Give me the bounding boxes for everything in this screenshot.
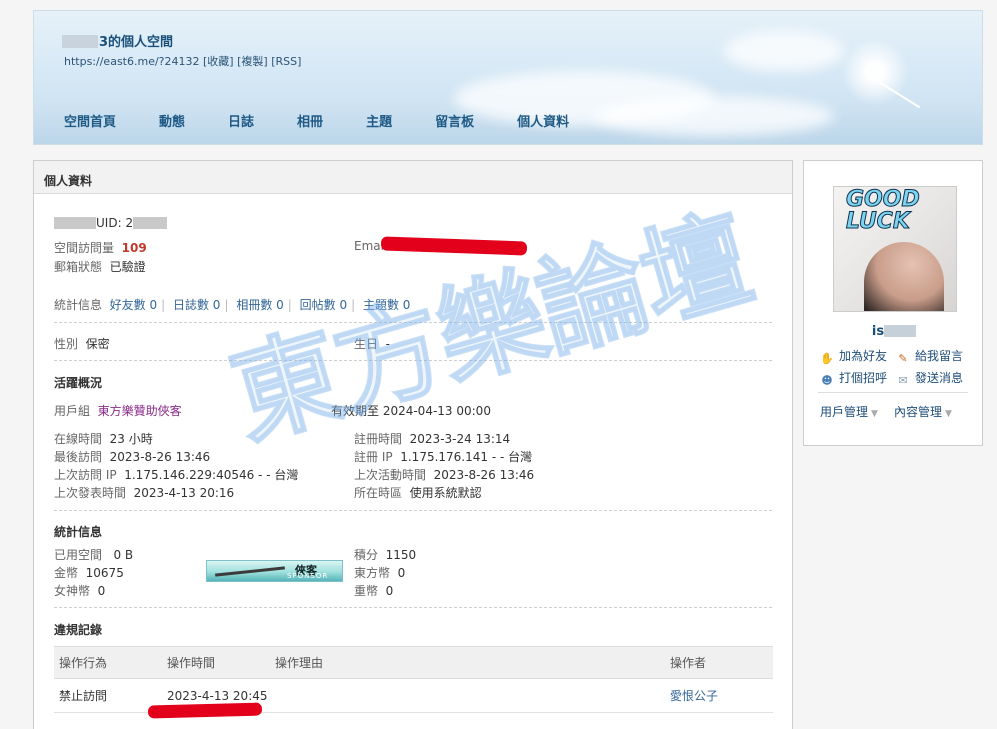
birthday-row: 生日 - [354,337,390,351]
space-header: 3的個人空間 https://east6.me/?24132 [收藏] [複製]… [33,10,983,145]
register-row: 註冊時間 2023-3-24 13:14 [354,432,511,446]
space-nav: 空間首頁 動態 日誌 相冊 主題 留言板 個人資料 [64,111,612,130]
visits-count: 109 [121,241,147,255]
stats-row: 統計信息 好友數 0 | 日誌數 0 | 相冊數 0 | 回帖數 0 | 主題數 0 [54,298,411,312]
time-underline-mark [147,702,263,719]
poke-button[interactable]: ☻ 打個招呼 [820,369,887,387]
space-title[interactable]: 3的個人空間 [62,31,173,50]
user-group-link[interactable]: 東方樂贊助俠客 [98,404,182,418]
sidebar-username[interactable]: is [804,324,984,339]
uid-row: UID: 2 [54,216,168,230]
east-coin-row: 東方幣 0 [354,566,406,580]
cloud-decoration [594,96,834,136]
violations-table: 操作行為 操作時間 操作理由 操作者 禁止訪問 2023-4-13 20:45 … [54,646,773,713]
rss-link[interactable]: [RSS] [271,55,301,68]
cloud-decoration [724,31,844,71]
nav-threads[interactable]: 主題 [366,111,392,130]
panel-title: 個人資料 [34,161,792,194]
used-space-row: 已用空間 0 B [54,548,134,562]
chevron-down-icon: ▼ [871,409,878,419]
nav-profile[interactable]: 個人資料 [517,111,569,130]
stat-albums[interactable]: 相冊數 0 [236,298,283,312]
chevron-down-icon: ▼ [945,409,952,419]
stat-friends[interactable]: 好友數 0 [110,298,157,312]
online-row: 在線時間 23 小時 [54,432,153,446]
nav-blog[interactable]: 日誌 [228,111,254,130]
col-time: 操作時間 [162,646,270,679]
favorite-link[interactable]: [收藏] [203,55,234,68]
col-reason: 操作理由 [270,646,665,679]
heavy-coin-row: 重幣 0 [354,584,394,598]
sword-icon [215,566,285,577]
gold-row: 金幣 10675 [54,566,124,580]
avatar-text: GOOD LUCK [846,187,921,234]
divider [54,322,772,323]
last-ip-row: 上次訪問 IP 1.175.146.229:40546 - - 台灣 [54,468,299,482]
violations-title: 違規記錄 [54,623,103,637]
cell-operator: 愛恨公子 [665,678,773,713]
nav-album[interactable]: 相冊 [297,111,323,130]
cell-reason [270,678,665,713]
sponsor-badge: 俠客 SPONSOR [206,560,343,582]
pencil-icon: ✎ [898,352,908,365]
space-url-line: https://east6.me/?24132 [收藏] [複製] [RSS] [64,53,301,69]
mail-status-row: 郵箱狀態 已驗證 [54,260,146,274]
goddess-coin-row: 女神幣 0 [54,584,106,598]
leave-message-button[interactable]: ✎ 給我留言 [896,347,963,365]
last-active-row: 上次活動時間 2023-8-26 13:46 [354,468,535,482]
col-action: 操作行為 [54,646,162,679]
timezone-row: 所在時區 使用系統默認 [354,486,482,500]
user-sidebar: GOOD LUCK is ✋ 加為好友 ✎ 給我留言 ☻ 打個招呼 ✉ 發送消息 用戶管理… [803,160,983,446]
redacted-uid [133,217,168,229]
user-manage-menu[interactable]: 用戶管理 ▼ [820,403,878,420]
copy-link[interactable]: [複製] [237,55,268,68]
group-row: 用戶組 東方樂贊助俠客 [54,404,182,418]
divider [54,607,772,608]
nav-home[interactable]: 空間首頁 [64,111,116,130]
avatar[interactable]: GOOD LUCK [833,186,957,312]
last-visit-row: 最後訪問 2023-8-26 13:46 [54,450,211,464]
redacted-username [62,35,98,48]
nav-feed[interactable]: 動態 [159,111,185,130]
last-post-row: 上次發表時間 2023-4-13 20:16 [54,486,235,500]
register-ip-row: 註冊 IP 1.175.176.141 - - 台灣 [354,450,533,464]
send-message-button[interactable]: ✉ 發送消息 [896,369,963,387]
redacted-username [884,325,917,337]
points-row: 積分 1150 [354,548,417,562]
poke-icon: ☻ [821,374,833,387]
stat-threads[interactable]: 主題數 0 [363,298,410,312]
divider [818,392,968,393]
divider [54,360,772,361]
avatar-figure [864,242,944,311]
col-operator: 操作者 [665,646,773,679]
visits-row: 空間訪問量 109 [54,241,147,255]
profile-panel: 個人資料 UID: 2 空間訪問量 109 Email 郵箱狀態 已驗證 統計信… [33,160,793,729]
activity-title: 活躍概況 [54,376,103,390]
stats-info-title: 統計信息 [54,525,103,539]
divider [54,510,772,511]
stat-replies[interactable]: 回帖數 0 [300,298,347,312]
redacted-name [54,217,96,229]
content-manage-menu[interactable]: 內容管理 ▼ [894,403,952,420]
add-friend-button[interactable]: ✋ 加為好友 [820,347,887,365]
gender-row: 性別 保密 [54,337,110,351]
cell-action: 禁止訪問 [54,678,162,713]
expire-row: 有效期至 2024-04-13 00:00 [331,404,491,418]
nav-guestbook[interactable]: 留言板 [435,111,474,130]
email-redaction-mark [380,236,528,256]
add-friend-icon: ✋ [820,352,834,365]
envelope-icon: ✉ [898,374,908,387]
table-header-row: 操作行為 操作時間 操作理由 操作者 [54,646,773,679]
operator-link[interactable]: 愛恨公子 [670,689,718,703]
space-url-link[interactable]: https://east6.me/?24132 [64,55,200,68]
stat-blogs[interactable]: 日誌數 0 [173,298,220,312]
